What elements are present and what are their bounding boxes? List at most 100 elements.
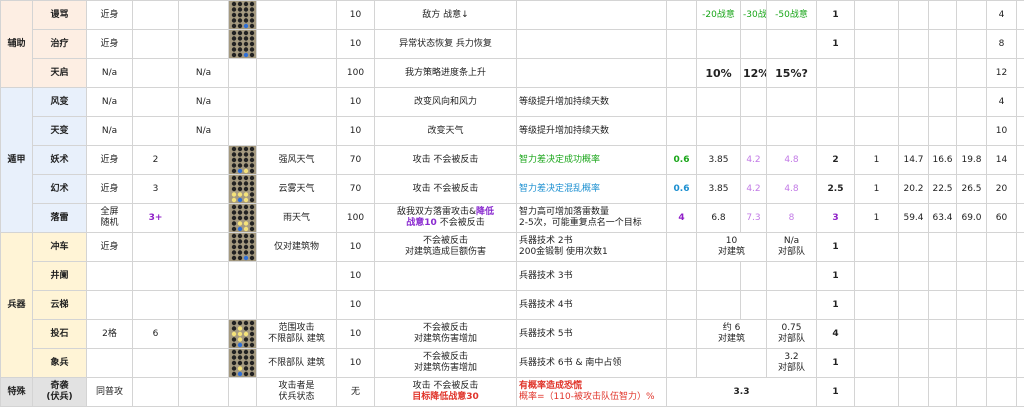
cell: 3+ <box>132 203 179 233</box>
cell <box>256 87 337 117</box>
formation-dot <box>237 36 243 41</box>
cell <box>132 377 179 407</box>
effect-cell: 异常状态恢复 兵力恢复 <box>374 29 517 59</box>
formation-dot <box>243 221 249 226</box>
tactic-name: 天变 <box>32 116 87 146</box>
cell <box>898 377 929 407</box>
cell: N/a <box>178 58 229 88</box>
effect-cell: 敌我双方落雷攻击&降低 战意10 不会被反击 <box>374 203 517 233</box>
cell: 16.6 <box>928 145 957 175</box>
table-row: 云梯 10 兵器技术 4书 1 <box>1 290 1024 320</box>
formation-dot <box>243 355 249 360</box>
cell <box>132 116 179 146</box>
damage-building-cell: 约 6 对建筑 <box>696 319 767 349</box>
formation-dot <box>249 18 255 23</box>
cost-cell: 10 <box>336 29 375 59</box>
damage-building-cell: 10 对建筑 <box>696 232 767 262</box>
cell: 1 <box>816 290 855 320</box>
cell <box>956 348 987 378</box>
cell <box>1016 377 1024 407</box>
effect-highlight: 目标降低战意30 <box>412 392 479 402</box>
damage-troop-cell: 0.75 对部队 <box>766 319 817 349</box>
level3-cell: 4.8 <box>766 145 817 175</box>
cell: 3 <box>816 203 855 233</box>
formation-dot <box>243 210 249 215</box>
cell <box>696 29 741 59</box>
level1-cell: 3.85 <box>696 174 741 204</box>
cell <box>132 58 179 88</box>
formation-dot <box>249 47 255 52</box>
cell <box>132 290 179 320</box>
cell: 攻击者是 伏兵状态 <box>256 377 337 407</box>
formation-dot <box>249 226 255 232</box>
formation-dot <box>243 52 249 58</box>
cell <box>178 29 229 59</box>
formation-grid-icon <box>229 146 256 174</box>
note-cell: 兵器技术 5书 <box>516 319 667 349</box>
formation-dot <box>231 239 237 244</box>
formation-dot <box>237 204 243 210</box>
formation-dot <box>231 331 237 337</box>
formation-dot <box>231 349 237 355</box>
formation-dot <box>249 23 255 29</box>
cell <box>666 29 697 59</box>
formation-cell <box>228 261 257 291</box>
cell: 仅对建筑物 <box>256 232 337 262</box>
note-cell: 兵器技术 6书 & 南中占领 <box>516 348 667 378</box>
formation-dot <box>231 320 237 326</box>
cell <box>740 261 767 291</box>
cell <box>132 87 179 117</box>
note-cell: 智力差决定混乱概率 <box>516 174 667 204</box>
cell <box>132 29 179 59</box>
cell <box>956 116 987 146</box>
cell: 8 <box>986 29 1017 59</box>
formation-dot <box>237 255 243 261</box>
cell <box>986 232 1017 262</box>
formation-dot <box>237 152 243 157</box>
formation-dot <box>249 197 255 203</box>
tactic-name: 云梯 <box>32 290 87 320</box>
cell: 69.0 <box>956 203 987 233</box>
formation-dot <box>231 204 237 210</box>
formation-dot <box>243 255 249 261</box>
effect-cell: 攻击 不会被反击 <box>374 145 517 175</box>
cell: 1 <box>854 145 899 175</box>
cost-cell: 70 <box>336 174 375 204</box>
formation-dot <box>231 1 237 7</box>
cell <box>696 87 741 117</box>
formation-cell <box>228 145 257 175</box>
effect-cell: 攻击 不会被反击 目标降低战意30 <box>374 377 517 407</box>
cell <box>1016 261 1024 291</box>
note-formula: 概率=（110-被攻击队伍智力）% <box>519 392 655 402</box>
cell <box>178 290 229 320</box>
cell <box>854 87 899 117</box>
formation-dot <box>249 175 255 181</box>
cell: 0.6 <box>666 174 697 204</box>
cell <box>956 232 987 262</box>
cell <box>132 261 179 291</box>
note-cell: 兵器技术 4书 <box>516 290 667 320</box>
cell <box>766 116 817 146</box>
formation-dot <box>237 371 243 377</box>
formation-dot <box>237 320 243 326</box>
cell <box>178 348 229 378</box>
tactic-name: 象兵 <box>32 348 87 378</box>
cell <box>696 290 741 320</box>
level2-cell: 7.3 <box>740 203 767 233</box>
cell: 2 <box>132 145 179 175</box>
formation-dot <box>249 152 255 157</box>
formation-dot <box>231 221 237 226</box>
cell <box>1016 319 1024 349</box>
cell <box>898 58 929 88</box>
cell: 26.5 <box>956 174 987 204</box>
formation-dot <box>237 355 243 360</box>
formation-dot <box>237 186 243 192</box>
formation-cell <box>228 290 257 320</box>
formation-cell <box>228 377 257 407</box>
level3-cell: 8 <box>766 203 817 233</box>
effect-text: 敌我双方落雷攻击& <box>396 207 476 217</box>
formation-dot <box>231 366 237 371</box>
formation-dot <box>243 157 249 163</box>
cell <box>666 116 697 146</box>
formation-dot <box>243 30 249 36</box>
